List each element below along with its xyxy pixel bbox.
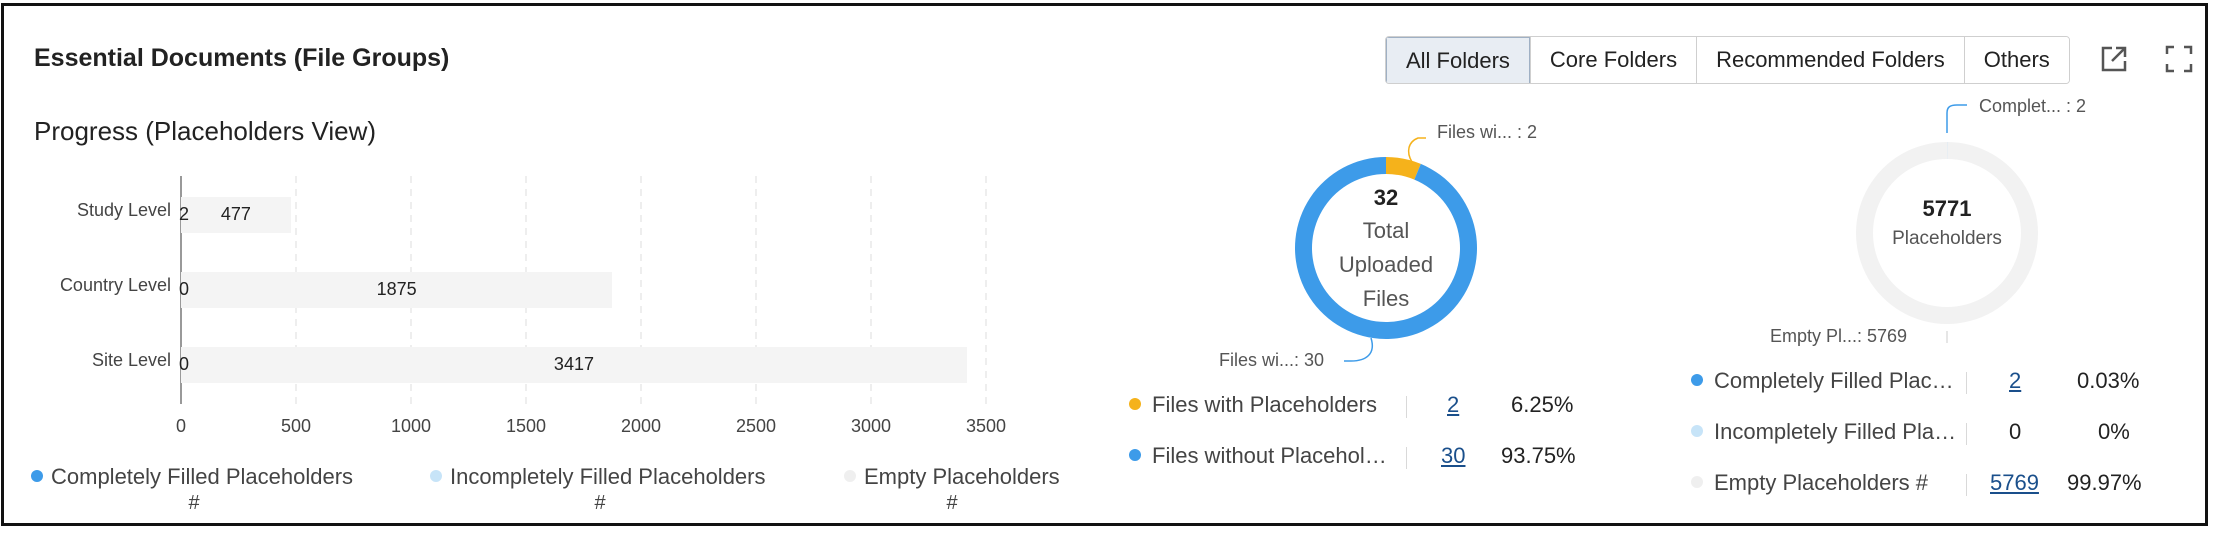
placeholders-total-value: 5771: [1922, 196, 1972, 221]
tab-recommended-folders[interactable]: Recommended Folders: [1696, 37, 1964, 83]
legend-label: Files with Placeholders: [1152, 392, 1377, 417]
legend-files-with-placeholders[interactable]: Files with Placeholders: [1129, 392, 1377, 418]
legend-label: Completely Filled Placeholders: [51, 464, 354, 489]
files-without-count-link[interactable]: 30: [1441, 443, 1465, 469]
legend-empty[interactable]: Empty Placeholders: [844, 464, 1060, 490]
callout-files-with: Files wi... : 2: [1437, 122, 1538, 142]
row-label-study-level: Study Level: [76, 200, 171, 220]
donut-slice-files-with-placeholders[interactable]: [1386, 157, 1421, 180]
x-tick: 3500: [965, 416, 1007, 436]
files-with-count-link[interactable]: 2: [1447, 392, 1459, 418]
legend-files-without-placeholders[interactable]: Files without Placehol…: [1129, 443, 1387, 469]
legend-dot-grey: [844, 470, 856, 483]
incompletely-filled-count: 0: [2009, 419, 2022, 444]
bar-value-completely-filled: 0: [179, 354, 190, 374]
legend-label: Incompletely Filled Placeholders: [450, 464, 766, 489]
legend-label: Files without Placehol…: [1152, 443, 1387, 468]
files-without-percent: 93.75%: [1501, 443, 1576, 468]
legend-dot-blue: [1129, 449, 1141, 462]
placeholders-total-label: Placeholders: [1892, 228, 2002, 249]
files-total-value: 32: [1373, 185, 1399, 210]
x-tick: 2000: [620, 416, 662, 436]
row-label-site-level: Site Level: [91, 350, 171, 370]
tab-core-folders[interactable]: Core Folders: [1529, 37, 1697, 83]
legend-dot-blue: [31, 470, 43, 483]
divider: [1966, 474, 1967, 496]
incompletely-filled-percent: 0%: [2098, 419, 2130, 444]
legend-empty-placeholders[interactable]: Empty Placeholders #: [1691, 470, 1928, 496]
completely-filled-count-link[interactable]: 2: [2009, 368, 2021, 394]
row-label-country-level: Country Level: [59, 275, 171, 295]
empty-count-link[interactable]: 5769: [1990, 470, 2039, 496]
bar-value-empty: 477: [220, 204, 251, 224]
files-with-percent: 6.25%: [1511, 392, 1574, 417]
x-tick: 1500: [505, 416, 547, 436]
legend-dot-light-blue: [430, 470, 442, 483]
divider: [1966, 372, 1967, 394]
bar-value-empty: 3417: [553, 354, 594, 374]
legend-label: Incompletely Filled Pla…: [1714, 419, 1957, 444]
legend-completely-filled-placeholders[interactable]: Completely Filled Plac…: [1691, 368, 1954, 394]
legend-incompletely-filled[interactable]: Incompletely Filled Placeholders: [430, 464, 766, 490]
x-tick: 2500: [735, 416, 777, 436]
tab-others[interactable]: Others: [1963, 37, 2069, 83]
callout-empty: Empty Pl...: 5769: [1770, 326, 1908, 346]
x-tick: 500: [280, 416, 312, 436]
legend-label: Completely Filled Plac…: [1714, 368, 1954, 393]
legend-dot-light-blue: [1691, 425, 1703, 438]
divider: [1406, 447, 1407, 469]
bar-value-empty: 1875: [376, 279, 417, 299]
files-total-label-2: Uploaded: [1338, 252, 1434, 277]
legend-completely-filled[interactable]: Completely Filled Placeholders: [31, 464, 353, 490]
fullscreen-icon[interactable]: [2162, 42, 2196, 76]
placeholders-donut: [1855, 104, 2038, 343]
callout-files-without: Files wi...: 30: [1219, 350, 1325, 370]
x-tick: 3000: [850, 416, 892, 436]
legend-sub: #: [946, 492, 958, 514]
divider: [1406, 396, 1407, 418]
legend-dot-grey: [1691, 476, 1703, 489]
open-external-icon[interactable]: [2097, 42, 2131, 76]
completely-filled-percent: 0.03%: [2077, 368, 2140, 393]
legend-dot-blue: [1691, 374, 1703, 387]
legend-incompletely-filled-placeholders[interactable]: Incompletely Filled Pla…: [1691, 419, 1956, 445]
bar-value-completely-filled: 2: [179, 204, 190, 224]
empty-percent: 99.97%: [2067, 470, 2142, 495]
divider: [1966, 423, 1967, 445]
callout-line: [1946, 104, 1967, 133]
legend-sub: #: [188, 492, 200, 514]
bar-value-completely-filled: 0: [179, 279, 190, 299]
folder-filter-tabs: All Folders Core Folders Recommended Fol…: [1385, 36, 2070, 84]
files-total-label-1: Total: [1362, 218, 1410, 243]
chart-grid: [180, 176, 987, 404]
callout-line: [1344, 337, 1373, 362]
widget-card: Essential Documents (File Groups) All Fo…: [1, 3, 2208, 526]
x-tick: 0: [175, 416, 187, 436]
legend-sub: #: [594, 492, 606, 514]
legend-label: Empty Placeholders #: [1714, 470, 1928, 495]
tab-all-folders[interactable]: All Folders: [1386, 37, 1530, 83]
callout-line: [1407, 137, 1426, 163]
legend-label: Empty Placeholders: [864, 464, 1060, 489]
legend-dot-yellow: [1129, 398, 1141, 411]
files-total-label-3: Files: [1362, 286, 1410, 311]
callout-completely-filled: Complet... : 2: [1979, 96, 2087, 116]
x-tick: 1000: [390, 416, 432, 436]
progress-bar-chart: Study Level Country Level Site Level 2 47…: [4, 6, 1104, 526]
